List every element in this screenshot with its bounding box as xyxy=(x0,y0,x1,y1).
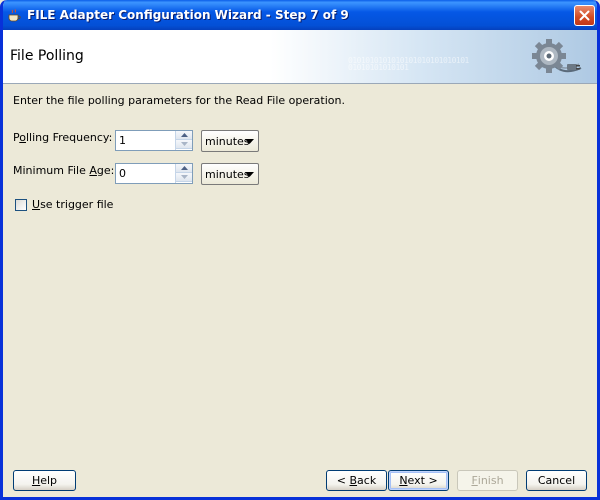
title-bar[interactable]: FILE Adapter Configuration Wizard - Step… xyxy=(3,0,597,30)
spin-down-button[interactable] xyxy=(176,140,192,149)
help-mnemonic: H xyxy=(31,474,41,487)
arrow-up-icon xyxy=(180,166,188,170)
chevron-down-icon xyxy=(245,139,254,144)
polling-frequency-unit-select[interactable]: minutes xyxy=(201,130,259,152)
arrow-down-icon xyxy=(180,142,188,146)
minimum-file-age-label-post: ge: xyxy=(96,164,115,177)
back-label: ack xyxy=(357,474,377,487)
window-title: FILE Adapter Configuration Wizard - Step… xyxy=(27,8,349,22)
minimum-file-age-spin-buttons xyxy=(175,164,192,183)
use-trigger-file-checkbox[interactable] xyxy=(15,198,27,211)
minimum-file-age-value[interactable]: 0 xyxy=(119,167,126,180)
gear-plug-icon xyxy=(532,39,582,73)
polling-frequency-mnemonic: o xyxy=(19,131,26,144)
help-button[interactable]: Help xyxy=(13,470,76,491)
minimum-file-age-label: Minimum File Age: xyxy=(13,164,114,177)
wizard-window: FILE Adapter Configuration Wizard - Step… xyxy=(0,0,600,500)
page-title: File Polling xyxy=(10,48,84,64)
minimum-file-age-label-pre: Minimum File xyxy=(13,164,90,177)
spin-up-button[interactable] xyxy=(176,164,192,173)
spin-up-button[interactable] xyxy=(176,131,192,140)
use-trigger-file-label-post: se trigger file xyxy=(40,198,114,211)
polling-frequency-unit-value: minutes xyxy=(205,135,250,148)
finish-button[interactable]: Finish xyxy=(457,470,518,491)
next-label: ext > xyxy=(407,474,438,487)
coffee-cup-icon xyxy=(8,9,21,22)
description-text: Enter the file polling parameters for th… xyxy=(13,94,345,107)
polling-frequency-spinner[interactable]: 1 xyxy=(115,130,193,151)
spin-down-button[interactable] xyxy=(176,173,192,182)
next-mnemonic: N xyxy=(399,474,408,487)
use-trigger-file-mnemonic: U xyxy=(32,198,41,211)
arrow-up-icon xyxy=(180,133,188,137)
arrow-down-icon xyxy=(180,175,188,179)
back-button[interactable]: < Back xyxy=(326,470,387,491)
cancel-label: Cancel xyxy=(537,474,576,487)
wizard-header: File Polling 010101010101010101010101010… xyxy=(3,30,597,84)
chevron-down-icon xyxy=(245,172,254,177)
back-mnemonic: B xyxy=(349,474,358,487)
binary-pattern: 0101010101010101010101010101 01010101010… xyxy=(348,56,469,72)
close-button[interactable] xyxy=(574,5,595,26)
close-icon xyxy=(579,10,590,21)
use-trigger-file-row[interactable]: Use trigger file xyxy=(15,198,113,211)
back-label-pre: < xyxy=(336,474,350,487)
polling-frequency-label-post: lling Frequency: xyxy=(25,131,113,144)
finish-label: inish xyxy=(477,474,504,487)
next-button[interactable]: Next > xyxy=(388,470,449,491)
minimum-file-age-mnemonic: A xyxy=(89,164,97,177)
minimum-file-age-unit-value: minutes xyxy=(205,168,250,181)
help-label: elp xyxy=(40,474,58,487)
polling-frequency-label: Polling Frequency: xyxy=(13,131,112,144)
polling-frequency-spin-buttons xyxy=(175,131,192,150)
minimum-file-age-spinner[interactable]: 0 xyxy=(115,163,193,184)
wizard-content: Enter the file polling parameters for th… xyxy=(3,84,597,464)
minimum-file-age-unit-select[interactable]: minutes xyxy=(201,163,259,185)
cancel-button[interactable]: Cancel xyxy=(526,470,587,491)
use-trigger-file-label: Use trigger file xyxy=(32,198,113,211)
polling-frequency-value[interactable]: 1 xyxy=(119,134,126,147)
